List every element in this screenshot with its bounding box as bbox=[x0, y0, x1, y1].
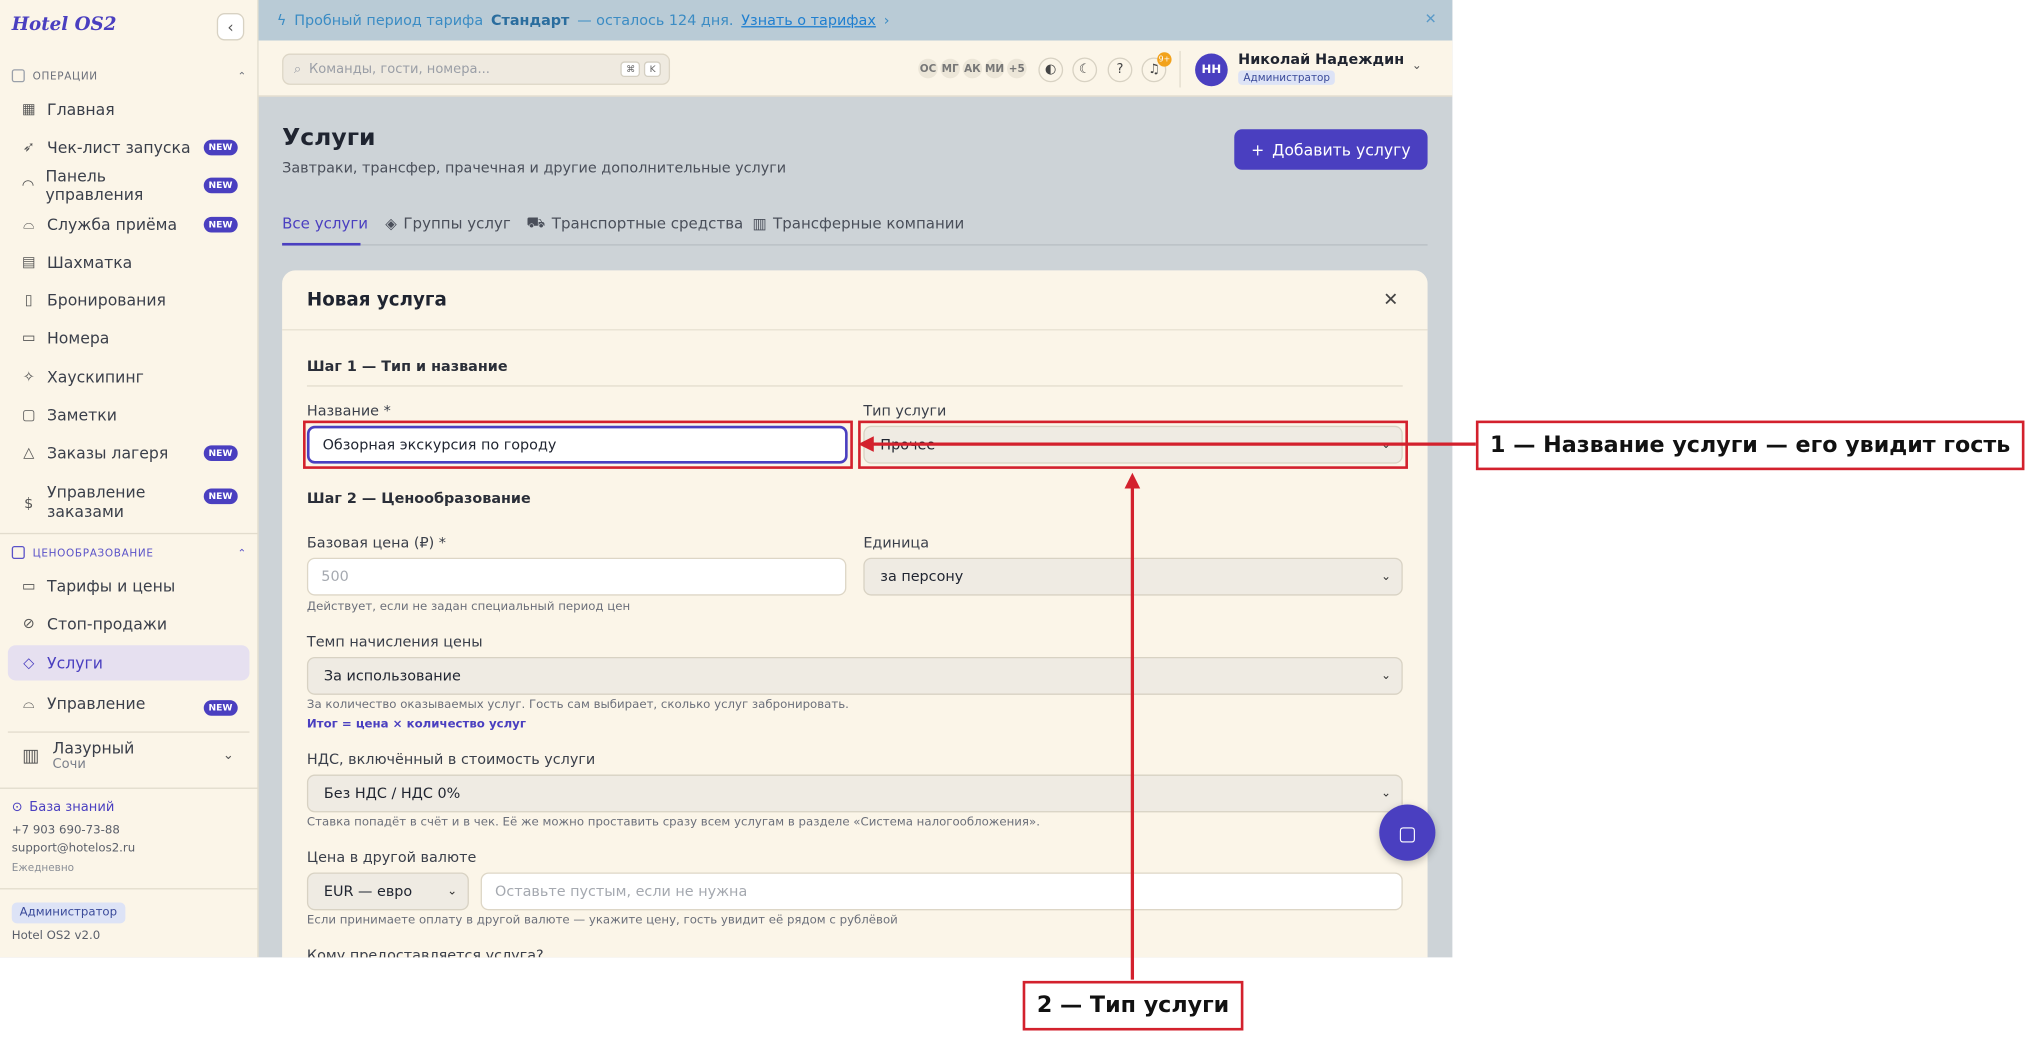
arrowhead bbox=[858, 436, 874, 452]
arrowhead bbox=[1124, 472, 1141, 489]
annotated-screenshot: Hotel OS2 ‹ ОПЕРАЦИИ ⌃ ▦ Главная ➶ Чек-лис… bbox=[0, 0, 2031, 1047]
callout-2: 2 — Тип услуги bbox=[1022, 980, 1244, 1031]
callout-1: 1 — Название услуги — его увидит гость bbox=[1475, 420, 2025, 471]
annotation-arrows bbox=[858, 436, 1476, 980]
